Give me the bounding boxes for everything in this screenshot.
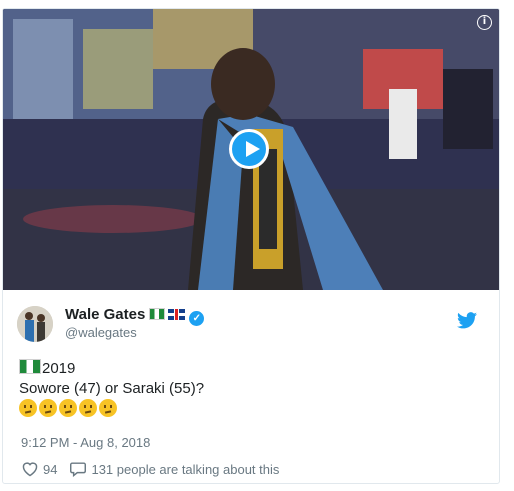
video-thumbnail[interactable]: i [3,9,499,290]
thinking-face-emoji-icon [39,399,57,417]
tweet-header: Wale Gates ✓ @walegates [17,304,487,344]
embedded-tweet-card[interactable]: i Wale Gates ✓ @walegates 2019 Sowore (47… [2,8,500,484]
tweet-year: 2019 [42,360,76,377]
tweet-emoji-line [19,399,489,420]
play-icon[interactable] [229,129,269,169]
thinking-face-emoji-icon [99,399,117,417]
author-handle[interactable]: @walegates [65,325,137,340]
author-name-line[interactable]: Wale Gates ✓ [65,306,205,326]
like-count[interactable]: 94 [43,462,57,477]
verified-badge-icon: ✓ [189,311,205,326]
thinking-face-emoji-icon [59,399,77,417]
info-icon[interactable]: i [477,15,492,30]
thinking-face-emoji-icon [79,399,97,417]
tweet-line-1: 2019 [19,359,489,379]
conversation-link[interactable]: 131 people are talking about this [91,462,279,477]
twitter-bird-icon[interactable] [457,312,477,329]
author-display-name[interactable]: Wale Gates [65,306,145,323]
tweet-actions: 94 131 people are talking about this [21,461,279,477]
uk-flag-icon [168,309,186,320]
nigeria-flag-icon [149,308,166,320]
tweet-timestamp[interactable]: 9:12 PM - Aug 8, 2018 [21,435,150,450]
tweet-body: 2019 Sowore (47) or Saraki (55)? [19,359,489,420]
heart-icon[interactable] [21,461,39,477]
reply-bubble-icon[interactable] [69,461,87,477]
nigeria-flag-icon [19,359,41,374]
avatar[interactable] [17,306,53,342]
tweet-line-2: Sowore (47) or Saraki (55)? [19,380,205,397]
thinking-face-emoji-icon [19,399,37,417]
